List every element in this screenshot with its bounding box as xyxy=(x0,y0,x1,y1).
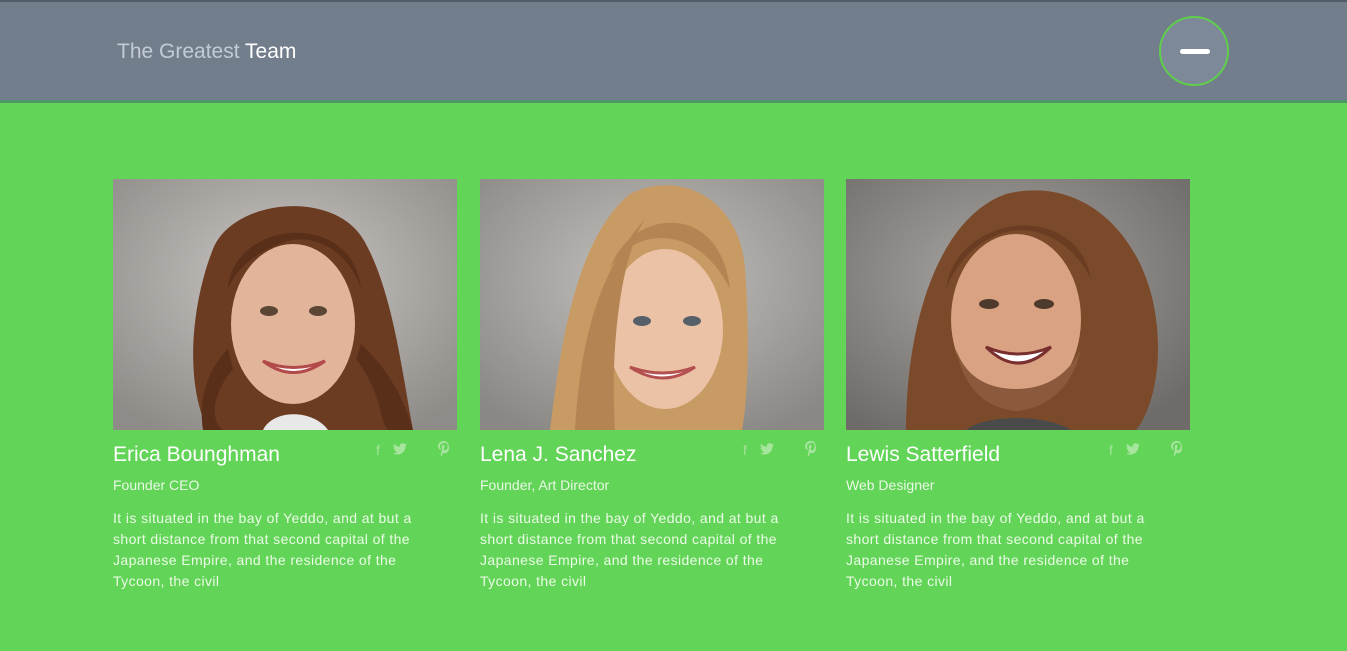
site-header: The Greatest Team xyxy=(0,0,1347,103)
team-member-card: Lena J. Sanchez f Founder, Art Director … xyxy=(480,179,824,589)
member-role: Founder CEO xyxy=(113,477,200,493)
site-brand[interactable]: The Greatest Team xyxy=(117,40,296,64)
twitter-icon[interactable] xyxy=(1124,441,1142,459)
member-description: It is situated in the bay of Yeddo, and … xyxy=(113,510,412,589)
social-links: f xyxy=(736,441,820,459)
pinterest-icon[interactable] xyxy=(802,441,820,459)
facebook-icon[interactable]: f xyxy=(736,441,754,459)
menu-toggle-button[interactable] xyxy=(1159,16,1229,86)
member-description: It is situated in the bay of Yeddo, and … xyxy=(846,510,1145,589)
member-description: It is situated in the bay of Yeddo, and … xyxy=(480,510,779,589)
member-role: Founder, Art Director xyxy=(480,477,610,493)
member-photo xyxy=(113,179,457,430)
brand-light-text: The Greatest xyxy=(117,40,240,63)
facebook-icon[interactable]: f xyxy=(369,441,387,459)
member-name: Lena J. Sanchez xyxy=(480,443,637,466)
member-photo xyxy=(846,179,1190,430)
team-member-card: Erica Bounghman f Founder CEO It is situ… xyxy=(113,179,457,589)
brand-strong-text: Team xyxy=(245,40,297,63)
pinterest-icon[interactable] xyxy=(435,441,453,459)
member-photo xyxy=(480,179,824,430)
social-links: f xyxy=(369,441,453,459)
twitter-icon[interactable] xyxy=(391,441,409,459)
facebook-icon[interactable]: f xyxy=(1102,441,1120,459)
member-name: Lewis Satterfield xyxy=(846,443,1001,466)
pinterest-icon[interactable] xyxy=(1168,441,1186,459)
team-member-card: Lewis Satterfield f Web Designer It is s… xyxy=(846,179,1190,589)
social-links: f xyxy=(1102,441,1186,459)
minus-icon xyxy=(1180,49,1210,54)
member-role: Web Designer xyxy=(846,477,935,493)
member-name: Erica Bounghman xyxy=(113,443,280,466)
twitter-icon[interactable] xyxy=(758,441,776,459)
